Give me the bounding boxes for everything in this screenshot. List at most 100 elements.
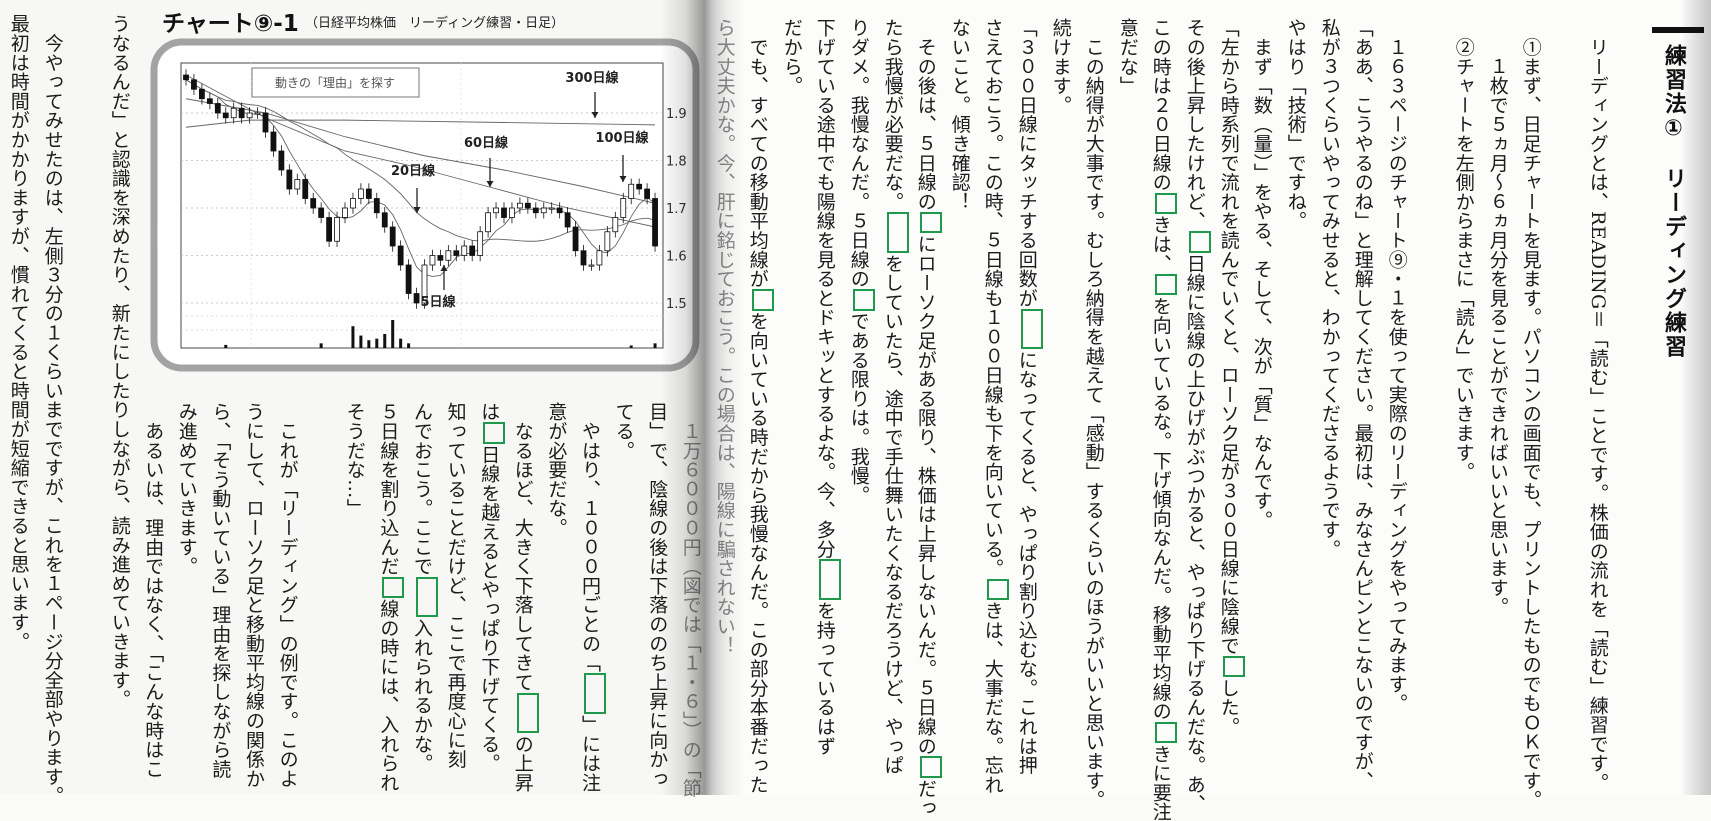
text-line: これが「リーディング」の例です。このよ [270,402,304,788]
text-segment: やはり「技術」ですね。 [1284,18,1307,231]
candle-body [199,88,205,100]
candle-body [373,198,380,214]
answer-blank-box [852,289,875,311]
text-segment: を向いているな。下げ傾向なんだ。移動平均線の [1149,296,1172,721]
text-line: その後上昇したけれど、日線に陰線の上ひげがぶつかると、やっぱり下げるんだな。あ、 [1177,18,1211,813]
text-segment: 「左から時系列で流れを読んでいくと、ローソク足が３００日線に陰線で [1217,18,1240,655]
volume-bar [391,320,395,348]
text-segment: うなるんだ」と認識を深めたり、新たにしたりしながら、読み進めていきます。 [108,14,131,709]
text-line: は日線を越えるとやっぱり下げてくる。 [472,402,506,773]
text-line: ら、「そう動いている」理由を探しながら読 [203,402,237,779]
text-segment: １万６０００円（図では「１・６」）の「節 [679,402,702,798]
answer-blank-box [1154,721,1177,744]
ma-label: 20日線 [391,163,436,179]
candle-body [334,217,340,242]
candle-body [191,79,197,90]
text-line: そうだな…」 [337,402,371,518]
candle-body [580,250,587,266]
text-segment: ないこと。傾き確認！ [948,18,971,211]
candle-body [524,202,531,209]
text-segment: 日線を越えるとやっぱり下げてくる。 [478,444,501,773]
text-segment: になってくると、やっぱり割り込むな。これは押 [1015,350,1038,775]
text-line: やはり、１０００円ごとの「」には注 [572,402,606,792]
candle-body [350,198,356,209]
chart-title: チャート⑨-1 [162,11,299,37]
text-segment: 「３００日線にタッチする回数が [1015,18,1038,308]
text-segment: きに要注 [1149,744,1172,821]
text-segment: 下げている途中でも陽線を見るとドキッとするよな。今、多分 [813,18,836,559]
candle-body [532,207,539,214]
candle-body [564,212,571,228]
text-segment: その後上昇したけれど、 [1183,18,1206,231]
text-line: ら大丈夫かな。今、肝に銘じておこう。この場合は、陽線に騙されない！ [707,18,741,655]
candle-body [206,98,213,104]
candle-body [254,112,261,115]
volume-bar [351,326,355,348]
text-segment: んでおこう。ここで [410,402,433,576]
volume-bar [375,338,379,348]
candle-body [493,207,499,214]
text-line: たら我慢が必要だな。をしていたら、途中で手仕舞いたくなるだろうけど、やっぱ [875,18,909,775]
text-line: りダメ。我慢なんだ。５日線のである限りは。我慢。 [841,18,875,505]
text-segment: うにして、ローソク足と移動平均線の関係か [242,402,265,788]
candle-body [214,103,221,114]
candlestick-chart: 動きの「理由」を探す 1.9 1.8 1.7 1.6 1.5 5日線 20日線 60日線 100日… [150,38,700,372]
annotation-text: 動きの「理由」を探す [275,76,395,90]
answer-blank-box [483,422,506,444]
answer-blank-box [382,576,405,598]
text-segment: 私が３つくらいやってみせると、わかってくださるようです。 [1318,18,1341,559]
answer-blank-box [751,289,774,311]
candle-body [262,112,269,133]
y-tick-label: 1.7 [666,202,687,217]
text-line: んでおこう。ここで入れられるかな。 [404,402,438,773]
volume-bar [653,343,657,348]
answer-blank-box [1222,655,1245,678]
text-segment: 」には注 [578,714,601,792]
text-line: 意だな」 [1110,18,1144,95]
text-segment: 意だな」 [1116,18,1139,96]
text-line: まず「数（量）」をやる、そして、次が「質」なんです。 [1244,18,1278,529]
text-segment: だから。 [780,18,803,96]
y-tick-label: 1.6 [666,250,687,265]
text-segment: やはり、１０００円ごとの「 [578,402,601,673]
candle-body [342,207,348,218]
text-line: 「左から時系列で流れを読んでいくと、ローソク足が３００日線に陰線でした。 [1211,18,1245,736]
answer-blank-box [583,673,606,714]
candle-body [652,198,658,247]
candle-body [389,226,396,247]
candle-body [294,179,301,190]
answer-blank-box [818,559,841,600]
text-segment: 知っていることだけど、ここで再度心に刻 [444,402,467,769]
text-segment: ５日線を割り込んだ [377,402,400,576]
volume-bar [629,345,633,348]
text-line: その後は、５日線のにローソク足がある限り、株価は上昇しないんだ。５日線のだっ [908,18,942,817]
ma-label: 5日線 [420,294,456,310]
text-line: ①まず、日足チャートを見ます。パソコンの画面でも、プリントしたものでもＯＫです。 [1513,18,1547,809]
candle-body [453,250,460,256]
text-segment: この納得が大事です。むしろ納得を越えて「感動」するくらいのほうがいいと思います。 [1082,18,1105,810]
text-line: うにして、ローソク足と移動平均線の関係か [236,402,270,788]
y-tick-label: 1.5 [666,297,687,312]
y-tick-label: 1.8 [666,155,687,170]
chart-subtitle: （日経平均株価 リーディング練習・日足） [305,16,565,31]
candle-body [612,217,619,233]
candle-body [556,207,563,214]
candle-body [183,74,189,81]
text-segment: たら我慢が必要だな。 [881,18,904,211]
text-segment: を持っているはず [813,601,836,756]
text-segment: 線の時には、入れられ [377,599,400,792]
text-line: １６３ページのチャート⑨・１を使って実際のリーディングをやってみます。 [1379,18,1413,713]
candle-body [278,150,285,171]
candle-body [644,188,651,199]
text-line: この納得が大事です。むしろ納得を越えて「感動」するくらいのほうがいいと思います。 [1076,18,1110,809]
ma-label: 60日線 [464,135,509,151]
answer-blank-box [415,576,438,618]
text-line: なるほど、大きく下落してきての上昇 [505,402,539,792]
candle-body [596,250,603,266]
answer-blank-box [1020,308,1043,350]
text-line: 最初は時間がかかりますが、慣れてくると時間が短縮できると思います。 [1,14,35,651]
text-line: １万６０００円（図では「１・６」）の「節 [673,402,707,798]
text-segment: てる。 [612,402,635,460]
text-segment: きは、大事だな。忘れ [981,601,1004,794]
text-segment: でも、すべての移動平均線が [746,18,769,289]
